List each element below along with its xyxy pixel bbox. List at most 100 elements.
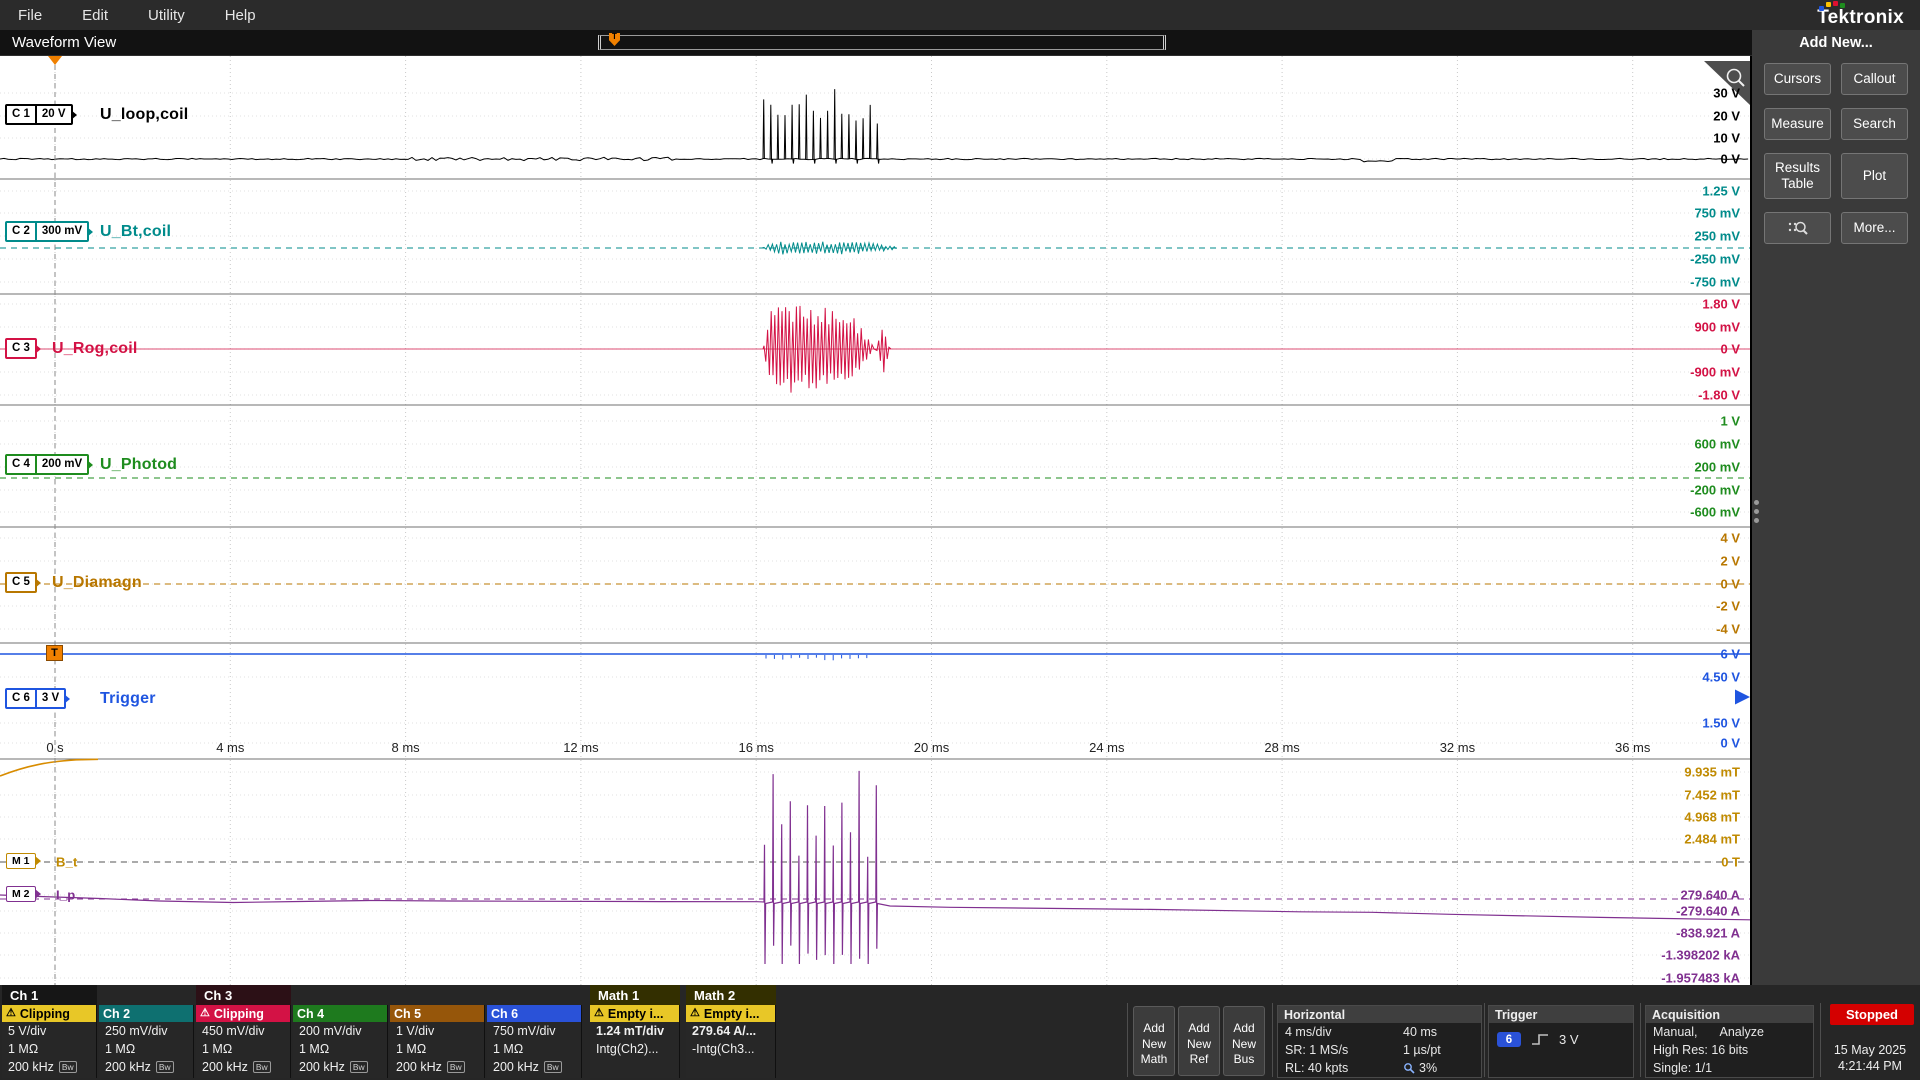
- plot-button[interactable]: Plot: [1841, 153, 1908, 199]
- axis-label-ch6: 4.50 V: [1702, 670, 1740, 685]
- time-axis-label: 4 ms: [216, 740, 245, 755]
- channel-settings-badge[interactable]: ⚠ Empty i... 1.24 mT/div Intg(Ch2)...: [590, 1005, 680, 1078]
- add-new-bus-button[interactable]: Add New Bus: [1223, 1006, 1265, 1076]
- trigger-source-chip: 6: [1497, 1032, 1521, 1047]
- gridlines: [0, 56, 1750, 985]
- channel-label-m1[interactable]: B_t: [56, 855, 78, 870]
- trigger-source-marker[interactable]: T: [46, 645, 63, 661]
- inspect-zoom-button[interactable]: [1764, 212, 1831, 244]
- warning-icon: ⚠: [6, 1007, 16, 1019]
- channel-settings-badge[interactable]: Ch 2 250 mV/div 1 MΩ 200 kHz Bw: [99, 1005, 194, 1078]
- badge-strip: ⚠ Clipping: [196, 1005, 290, 1022]
- acquisition-panel[interactable]: Acquisition Manual, Analyze High Res: 16…: [1645, 1005, 1814, 1078]
- time-axis-label: 20 ms: [914, 740, 950, 755]
- channel-badge-ch6[interactable]: C 6 3 V: [5, 688, 71, 709]
- badge-strip-label: Ch 5: [394, 1006, 422, 1021]
- badge-tab[interactable]: Math 1: [590, 985, 680, 1005]
- channel-settings-badge[interactable]: ⚠ Clipping 450 mV/div 1 MΩ 200 kHz Bw: [196, 1005, 291, 1078]
- badge-row: 200 kHz Bw: [487, 1058, 581, 1076]
- trigger-position-percent: 3%: [1403, 1059, 1483, 1077]
- channel-settings-badge[interactable]: Ch 4 200 mV/div 1 MΩ 200 kHz Bw: [293, 1005, 388, 1078]
- channel-settings-badge[interactable]: ⚠ Empty i... 279.64 A/... -Intg(Ch3...: [686, 1005, 776, 1078]
- badge-strip-label: Clipping: [213, 1006, 264, 1021]
- badge-row: 200 kHz Bw: [390, 1058, 484, 1076]
- badge-row: 1 MΩ: [99, 1040, 193, 1058]
- logo-dot-icon: [1840, 3, 1846, 8]
- brand-text: Tektronix: [1817, 7, 1904, 28]
- badge-row: 200 kHz Bw: [99, 1058, 193, 1076]
- search-button[interactable]: Search: [1841, 108, 1908, 140]
- badge-tab[interactable]: Ch 1: [2, 985, 97, 1005]
- add-new-math-button[interactable]: Add New Math: [1133, 1006, 1175, 1076]
- menu-file[interactable]: File: [18, 7, 42, 24]
- axis-label-ch5: -4 V: [1716, 622, 1740, 637]
- channel-badge-ch1[interactable]: C 1 20 V: [5, 104, 77, 125]
- badge-row: 200 mV/div: [293, 1022, 387, 1040]
- time-display: 4:21:44 PM: [1838, 1059, 1902, 1073]
- horizontal-panel-title: Horizontal: [1278, 1006, 1481, 1023]
- acq-resolution: High Res: 16 bits: [1653, 1043, 1749, 1057]
- waveform-canvas[interactable]: 30 V 20 V 10 V 0 V 1.25 V 750 mV 250 mV -250 mV…: [0, 56, 1750, 985]
- badge-tab[interactable]: Math 2: [686, 985, 776, 1005]
- channel-label-ch3[interactable]: U_Rog,coil: [52, 340, 138, 358]
- channel-badge-ch2[interactable]: C 2 300 mV: [5, 221, 94, 242]
- axis-labels: 30 V 20 V 10 V 0 V 1.25 V 750 mV 250 mV -250 mV…: [46, 86, 1740, 986]
- channel-badge-m2[interactable]: M 2: [6, 886, 40, 902]
- waveform-view-window: Waveform View T 30 V 20 V 10 V 0 V 1.25 V 750…: [0, 30, 1752, 985]
- badge-strip: ⚠ Empty i...: [686, 1005, 775, 1022]
- cursors-button[interactable]: Cursors: [1764, 63, 1831, 95]
- channel-badge-m1[interactable]: M 1: [6, 853, 40, 869]
- axis-label-m2: -1.398202 kA: [1661, 948, 1740, 963]
- logo-dot-icon: [1833, 1, 1839, 6]
- channel-settings-badge[interactable]: ⚠ Clipping 5 V/div 1 MΩ 200 kHz Bw: [2, 1005, 97, 1078]
- waveform-plot[interactable]: 30 V 20 V 10 V 0 V 1.25 V 750 mV 250 mV -250 mV…: [0, 56, 1750, 985]
- badge-strip: ⚠ Clipping: [2, 1005, 96, 1022]
- badge-row: -Intg(Ch3...: [686, 1040, 775, 1058]
- date-display: 15 May 2025: [1833, 1043, 1907, 1057]
- more-button[interactable]: More...: [1841, 212, 1908, 244]
- badge-row: 1 MΩ: [2, 1040, 96, 1058]
- axis-label-ch2: 250 mV: [1694, 229, 1740, 244]
- badge-row: 1 MΩ: [293, 1040, 387, 1058]
- axis-label-m1: 2.484 mT: [1684, 832, 1740, 847]
- run-stop-status[interactable]: Stopped: [1830, 1004, 1914, 1025]
- record-overview-bar[interactable]: T: [598, 33, 1166, 50]
- channel-scale: 3 V: [34, 690, 64, 707]
- add-new-line: New: [1231, 1036, 1256, 1051]
- panel-grab-handle[interactable]: [1754, 500, 1759, 523]
- channel-label-m2[interactable]: I_p: [56, 888, 75, 903]
- trigger-panel[interactable]: Trigger 6 3 V: [1488, 1005, 1634, 1078]
- axis-label-ch4: -200 mV: [1690, 483, 1740, 498]
- channel-badge-ch5[interactable]: C 5: [5, 572, 41, 593]
- axis-label-ch3: 900 mV: [1694, 320, 1740, 335]
- divider: [1272, 1003, 1273, 1077]
- menu-help[interactable]: Help: [225, 7, 256, 24]
- badge-tab[interactable]: Ch 3: [196, 985, 291, 1005]
- channel-id: M 2: [12, 887, 30, 900]
- settings-bar: Ch 1 ⚠ Clipping 5 V/div 1 MΩ 200 kHz Bw Ch 2 250…: [0, 985, 1920, 1080]
- trigger-position-flag[interactable]: T: [609, 33, 620, 46]
- channel-settings-badge[interactable]: Ch 5 1 V/div 1 MΩ 200 kHz Bw: [390, 1005, 485, 1078]
- results-table-button[interactable]: Results Table: [1764, 153, 1831, 199]
- channel-label-ch4[interactable]: U_Photod: [100, 456, 177, 474]
- channel-label-ch6[interactable]: Trigger: [100, 690, 156, 708]
- oscilloscope-screen: File Edit Utility Help Tektronix Wavefor…: [0, 0, 1920, 1080]
- channel-label-ch2[interactable]: U_Bt,coil: [100, 223, 171, 241]
- menu-utility[interactable]: Utility: [148, 7, 185, 24]
- measure-button[interactable]: Measure: [1764, 108, 1831, 140]
- add-new-ref-button[interactable]: Add New Ref: [1178, 1006, 1220, 1076]
- callout-button[interactable]: Callout: [1841, 63, 1908, 95]
- channel-settings-badge[interactable]: Ch 6 750 mV/div 1 MΩ 200 kHz Bw: [487, 1005, 582, 1078]
- channel-badge-ch3[interactable]: C 3: [5, 338, 41, 359]
- channel-id: C 6: [12, 692, 30, 704]
- badge-row: 1 MΩ: [487, 1040, 581, 1058]
- channel-label-ch5[interactable]: U_Diamagn: [52, 574, 142, 592]
- axis-label-ch4: -600 mV: [1690, 505, 1740, 520]
- axis-label-ch5: 4 V: [1720, 531, 1740, 546]
- channel-badge-ch4[interactable]: C 4 200 mV: [5, 454, 94, 475]
- horizontal-panel[interactable]: Horizontal 4 ms/div 40 ms SR: 1 MS/s 1 µ…: [1277, 1005, 1482, 1078]
- channel-label-ch1[interactable]: U_loop,coil: [100, 106, 188, 124]
- trigger-level: 3 V: [1559, 1032, 1579, 1047]
- badge-row-value: 200 kHz: [8, 1060, 54, 1074]
- menu-edit[interactable]: Edit: [82, 7, 108, 24]
